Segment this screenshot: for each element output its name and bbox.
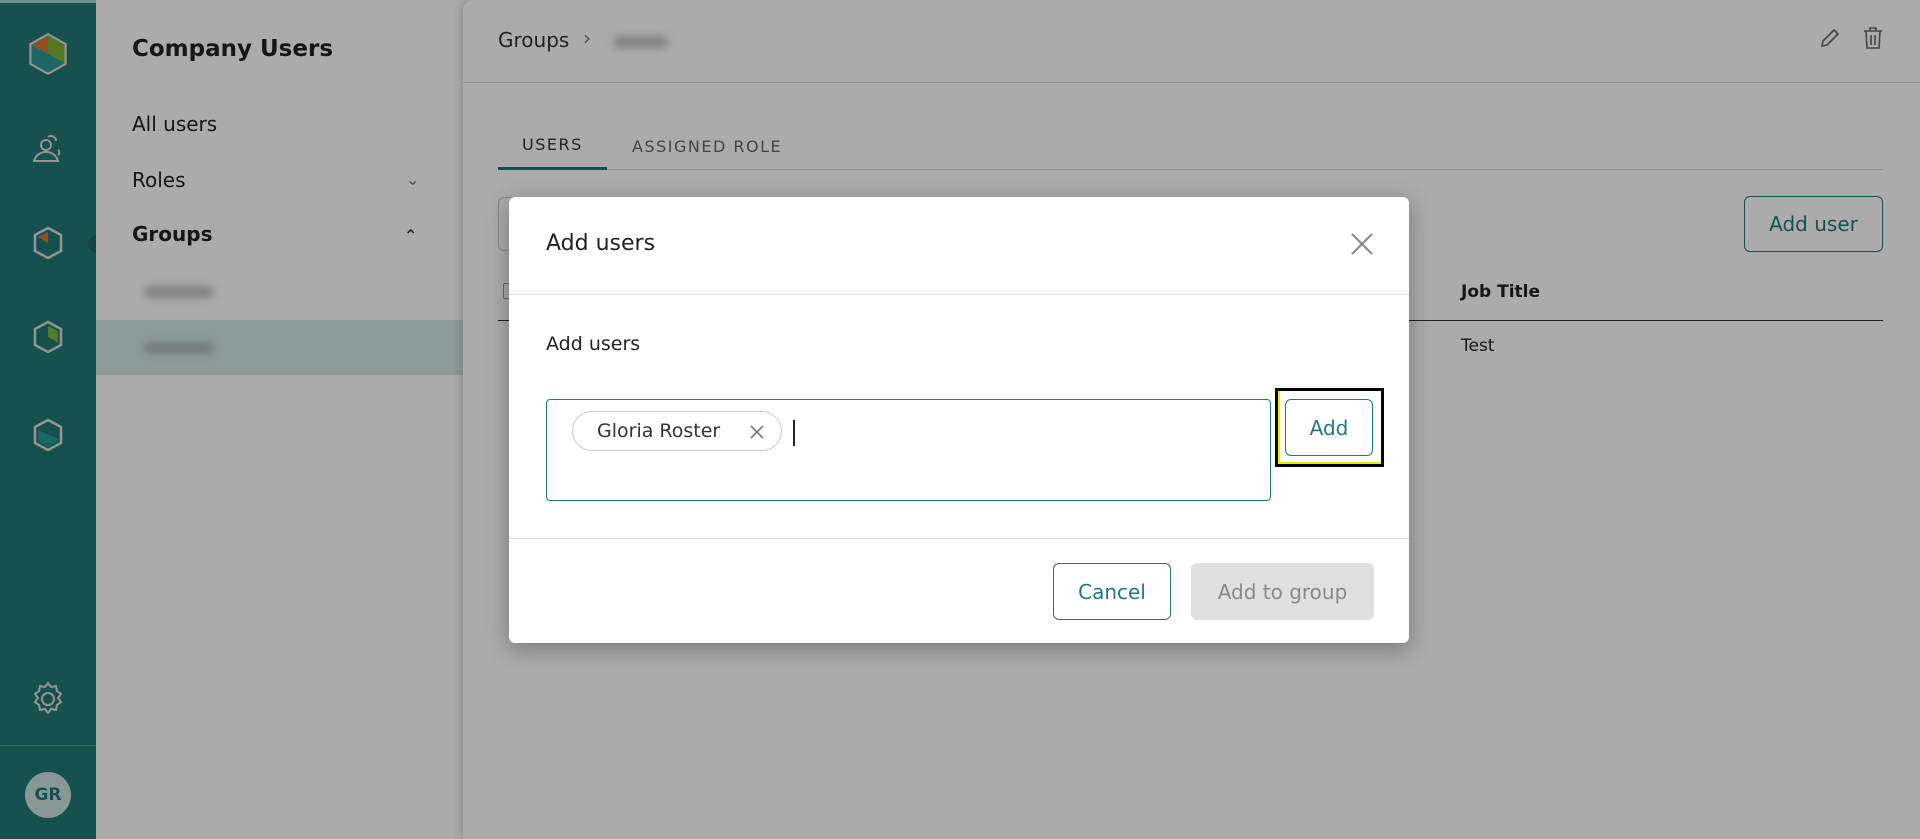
dialog-footer-divider — [509, 538, 1409, 539]
users-input[interactable]: Gloria Roster — [546, 399, 1271, 501]
add-button[interactable]: Add — [1285, 399, 1373, 456]
close-icon[interactable] — [1350, 232, 1374, 256]
cancel-button[interactable]: Cancel — [1053, 563, 1171, 620]
dialog-header-divider — [509, 294, 1409, 295]
user-chip-label: Gloria Roster — [597, 420, 721, 442]
field-label: Add users — [546, 333, 641, 355]
add-to-group-button[interactable]: Add to group — [1191, 563, 1374, 620]
user-chip: Gloria Roster — [572, 411, 782, 451]
add-users-dialog: Add users Add users Gloria Roster Add Ca… — [509, 197, 1409, 643]
text-cursor — [793, 420, 795, 446]
dialog-title: Add users — [546, 231, 656, 256]
remove-chip-icon[interactable] — [749, 424, 765, 440]
